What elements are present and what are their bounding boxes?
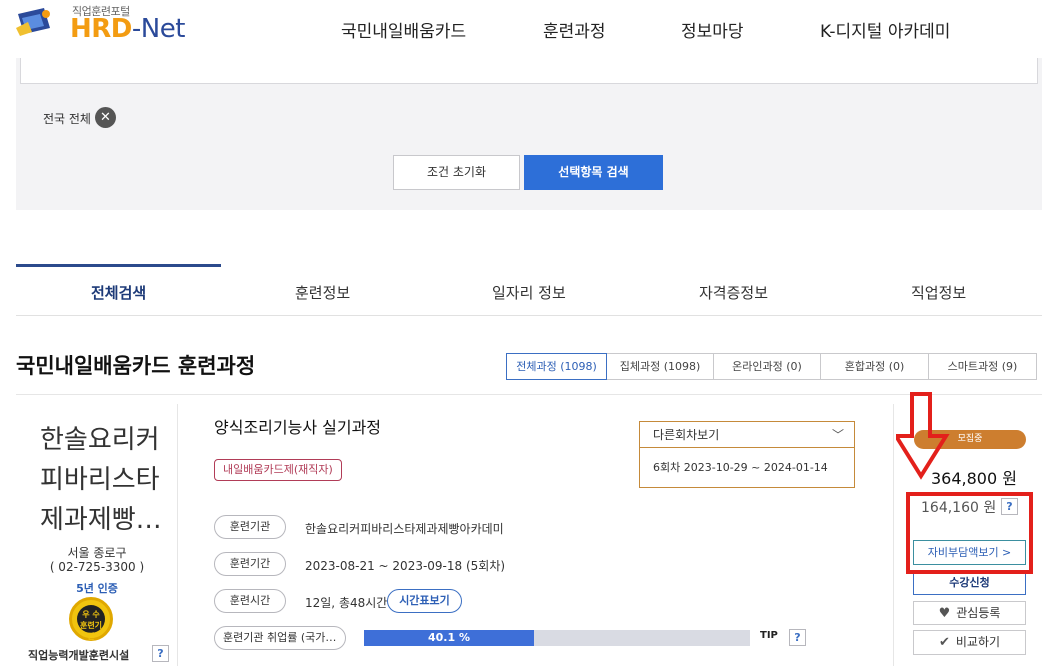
other-round-item[interactable]: 6회차 2023-10-29 ~ 2024-01-14 — [653, 459, 828, 475]
info-label: 훈련기간 — [214, 552, 286, 576]
institution-name-line: 한솔요리커 — [40, 425, 160, 455]
help-button[interactable]: ? — [152, 645, 169, 662]
nav-k-digital[interactable]: K-디지털 아카데미 — [820, 17, 950, 42]
badge-text: 훈련기관 — [79, 621, 103, 641]
annotation-highlight-box — [906, 492, 1033, 574]
tab-course-all[interactable]: 전체과정 (1098) — [506, 353, 607, 380]
nav-learning-card[interactable]: 국민내일배움카드 — [341, 17, 466, 42]
other-rounds-label: 다른회차보기 — [653, 428, 720, 442]
tab-all-search[interactable]: 전체검색 — [91, 282, 146, 303]
tab-job-info[interactable]: 일자리 정보 — [492, 282, 566, 303]
chevron-down-icon: ﹀ — [831, 428, 844, 442]
employment-rate-label[interactable]: 훈련기관 취업률 (국가… — [214, 626, 346, 650]
info-label: 훈련시간 — [214, 589, 286, 613]
info-value: 한솔요리커피바리스타제과제빵아카데미 — [305, 522, 504, 536]
course-type-tabs: 전체과정 (1098) 집체과정 (1098) 온라인과정 (0) 혼합과정 (… — [506, 353, 1037, 380]
hrd-net-logo[interactable]: 직업훈련포털 HRD-Net — [16, 2, 196, 46]
other-rounds-header[interactable]: 다른회차보기 ﹀ — [640, 422, 854, 448]
compare-label: 비교하기 — [955, 635, 1001, 649]
active-tab-indicator — [16, 264, 221, 267]
tab-course-online[interactable]: 온라인과정 (0) — [713, 353, 821, 380]
nav-info[interactable]: 정보마당 — [681, 17, 744, 42]
info-value: 2023-08-21 ~ 2023-09-18 (5회차) — [305, 559, 506, 573]
badge-inner: 우 수 훈련기관 — [77, 605, 105, 641]
tab-cert-info[interactable]: 자격증정보 — [699, 282, 768, 303]
reset-button[interactable]: 조건 초기화 — [393, 155, 520, 190]
institution-phone: ( 02-725-3300 ) — [49, 560, 145, 574]
annotation-arrow-icon — [896, 392, 950, 480]
other-rounds-dropdown[interactable]: 다른회차보기 ﹀ 6회차 2023-10-29 ~ 2024-01-14 — [639, 421, 855, 488]
employment-rate-bar: 40.1 % — [364, 630, 750, 646]
institution-type: 직업능력개발훈련시설 — [28, 649, 130, 662]
section-title: 국민내일배움카드 훈련과정 — [16, 354, 256, 378]
logo-net: -Net — [131, 14, 186, 44]
tip-label: TIP — [760, 630, 778, 641]
card-type-tag: 내일배움카드제(재직자) — [214, 459, 342, 481]
compare-button[interactable]: ✔ 비교하기 — [913, 630, 1026, 655]
certification-years: 5년 인증 — [76, 582, 118, 595]
institution-column: 한솔요리커 피바리스타 제과제빵… 서울 종로구 ( 02-725-3300 )… — [16, 404, 178, 666]
employment-rate-text: 40.1 % — [428, 631, 470, 644]
favorite-button[interactable]: ♥ 관심등록 — [913, 601, 1026, 625]
nav-training-course[interactable]: 훈련과정 — [543, 17, 606, 42]
site-header: 직업훈련포털 HRD-Net 국민내일배움카드 훈련과정 정보마당 K-디지털 … — [0, 0, 1062, 58]
help-button[interactable]: ? — [789, 629, 806, 646]
tab-course-offline[interactable]: 집체과정 (1098) — [606, 353, 714, 380]
institution-name[interactable]: 한솔요리커 피바리스타 제과제빵… — [40, 420, 170, 540]
timetable-button[interactable]: 시간표보기 — [387, 589, 462, 613]
region-chip-label: 전국 전체 — [43, 112, 91, 126]
logo-hrd: HRD — [70, 14, 132, 44]
favorite-label: 관심등록 — [956, 606, 1001, 620]
check-icon: ✔ — [938, 635, 950, 650]
logo-card-icon — [16, 8, 50, 36]
close-icon[interactable]: ✕ — [95, 107, 116, 128]
heart-icon: ♥ — [938, 606, 951, 621]
badge-text: 우 수 — [82, 610, 100, 619]
course-title[interactable]: 양식조리기능사 실기과정 — [214, 414, 381, 438]
excellent-institution-badge: 우 수 훈련기관 — [69, 597, 113, 641]
tab-course-blended[interactable]: 혼합과정 (0) — [820, 353, 929, 380]
logo-text: HRD-Net — [70, 14, 185, 44]
tab-course-smart[interactable]: 스마트과정 (9) — [928, 353, 1037, 380]
institution-location: 서울 종로구 — [67, 546, 127, 560]
apply-button[interactable]: 수강신청 — [913, 571, 1026, 595]
institution-name-line: 피바리스타 — [40, 465, 160, 495]
card-divider — [16, 394, 1042, 395]
search-selected-button[interactable]: 선택항목 검색 — [524, 155, 663, 190]
institution-name-line: 제과제빵… — [40, 505, 162, 535]
info-label: 훈련기관 — [214, 515, 286, 539]
info-value: 12일, 총48시간 — [305, 596, 388, 610]
tab-occupation-info[interactable]: 직업정보 — [911, 282, 966, 303]
tab-training-info[interactable]: 훈련정보 — [295, 282, 350, 303]
filter-panel: 전국 전체 ✕ 조건 초기화 선택항목 검색 — [16, 58, 1042, 210]
main-tabs: 전체검색 훈련정보 일자리 정보 자격증정보 직업정보 — [16, 264, 1042, 316]
filter-panel-inner — [20, 58, 1038, 84]
